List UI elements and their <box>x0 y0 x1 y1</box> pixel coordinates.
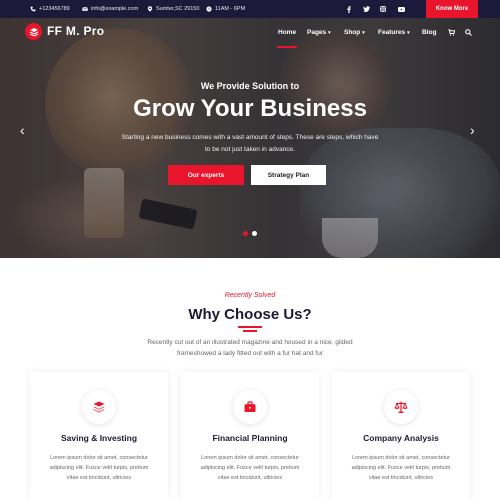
slider-dots <box>243 231 257 236</box>
our-experts-button[interactable]: Our experts <box>168 165 244 185</box>
nav-features-label: Features <box>378 29 406 36</box>
card-title: Saving & Investing <box>60 433 138 443</box>
chevron-left-icon[interactable]: ‹ <box>20 122 25 138</box>
phone-text: +123456789 <box>39 6 70 12</box>
brand-name[interactable]: FF M. Pro <box>47 24 104 38</box>
facebook-icon[interactable] <box>344 0 354 18</box>
nav-blog-label: Blog <box>422 29 437 36</box>
nav-pages-label: Pages <box>307 29 327 36</box>
nav-home[interactable]: Home <box>278 29 296 36</box>
chevron-down-icon: ▾ <box>407 30 410 36</box>
section-title: Why Choose Us? <box>188 306 312 323</box>
service-card-saving[interactable]: Saving & Investing Lorem ipsum dolor sit… <box>30 372 168 500</box>
instagram-icon[interactable] <box>378 0 388 18</box>
nav-pages[interactable]: Pages ▾ <box>307 29 331 36</box>
layers-icon <box>82 390 116 424</box>
briefcase-icon <box>233 390 267 424</box>
service-card-financial[interactable]: Financial Planning Lorem ipsum dolor sit… <box>181 372 319 500</box>
section-description: Recently cut out of an illustrated magaz… <box>147 339 353 357</box>
location-info: Sumter,SC 29150 <box>147 0 199 18</box>
hours-text: 11AM - 6PM <box>215 6 246 12</box>
scales-icon <box>384 390 418 424</box>
nav-shop-label: Shop <box>344 29 361 36</box>
email-contact[interactable]: info@example.com <box>82 0 138 18</box>
title-underline-short <box>243 330 257 332</box>
card-body: Lorem ipsum dolor sit amet, consectetur … <box>351 455 451 481</box>
service-card-analysis[interactable]: Company Analysis Lorem ipsum dolor sit a… <box>332 372 470 500</box>
email-text: info@example.com <box>91 6 139 12</box>
logo-mark-icon[interactable] <box>25 23 42 40</box>
card-body: Lorem ipsum dolor sit amet, consectetur … <box>49 455 149 481</box>
chevron-down-icon: ▾ <box>362 30 365 36</box>
card-title: Financial Planning <box>212 433 288 443</box>
section-eyebrow: Recently Solved <box>224 292 276 299</box>
nav-home-label: Home <box>278 29 297 36</box>
slider-dot-1[interactable] <box>243 231 248 236</box>
clock-icon <box>206 6 212 12</box>
hours-info: 11AM - 6PM <box>206 0 245 18</box>
hero-subtitle: We Provide Solution to <box>200 81 300 91</box>
twitter-icon[interactable] <box>361 0 371 18</box>
search-icon[interactable] <box>465 29 472 38</box>
nav-active-indicator <box>277 46 297 48</box>
hero-description: Starting a new business comes with a vas… <box>121 134 379 153</box>
envelope-icon <box>82 6 88 11</box>
nav-features[interactable]: Features ▾ <box>378 29 410 36</box>
card-title: Company Analysis <box>363 433 439 443</box>
cart-icon[interactable] <box>448 29 456 38</box>
chevron-down-icon: ▾ <box>328 30 331 36</box>
nav-shop[interactable]: Shop ▾ <box>344 29 365 36</box>
chevron-right-icon[interactable]: › <box>470 122 475 138</box>
map-pin-icon <box>147 6 153 12</box>
youtube-icon[interactable] <box>396 0 406 18</box>
nav-blog[interactable]: Blog <box>422 29 436 36</box>
card-body: Lorem ipsum dolor sit amet, consectetur … <box>200 455 300 481</box>
top-bar: +123456789 info@example.com Sumter,SC 29… <box>0 0 500 18</box>
location-text: Sumter,SC 29150 <box>156 6 200 12</box>
know-more-button[interactable]: Know More <box>426 0 478 18</box>
phone-contact[interactable]: +123456789 <box>30 0 70 18</box>
phone-icon <box>30 6 36 12</box>
strategy-plan-button[interactable]: Strategy Plan <box>251 165 326 185</box>
slider-dot-2[interactable] <box>252 231 257 236</box>
hero-title: Grow Your Business <box>133 95 367 122</box>
title-underline <box>238 326 262 328</box>
